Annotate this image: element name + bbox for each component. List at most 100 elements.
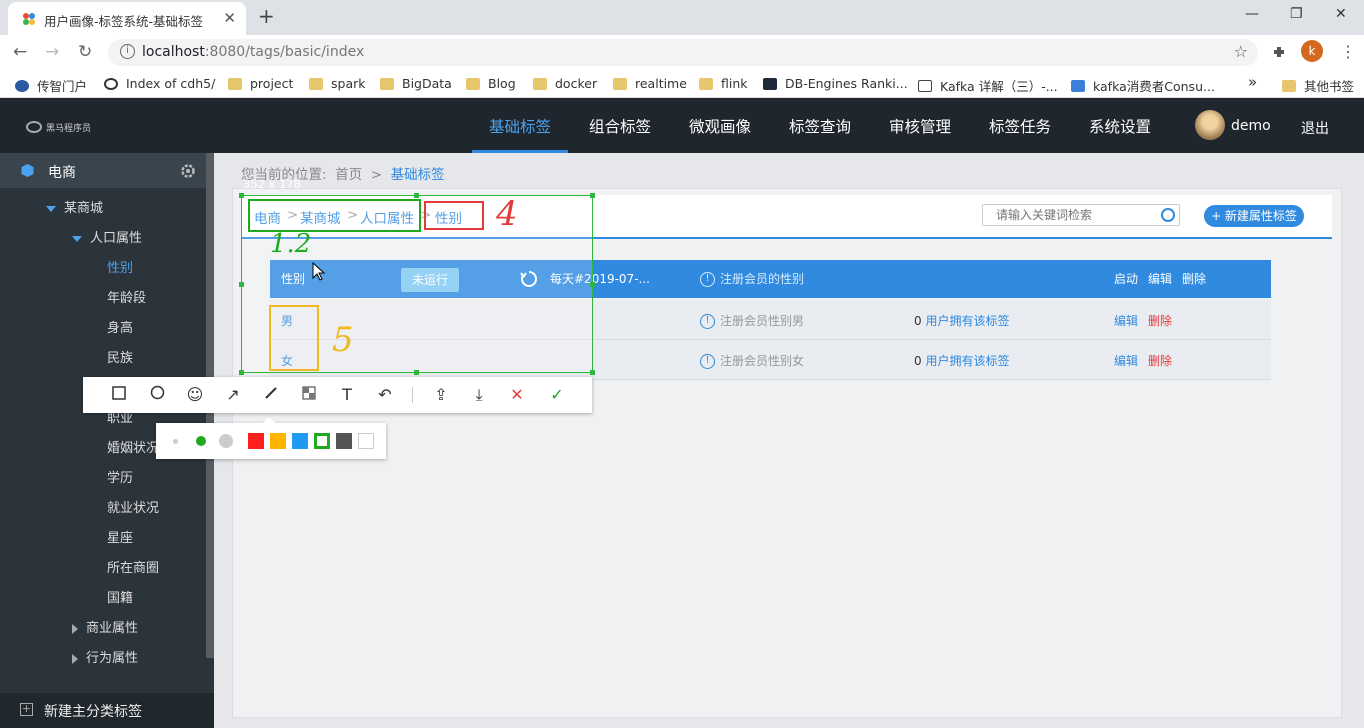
tab-close-icon[interactable]: ✕ <box>223 9 236 27</box>
window-close-icon[interactable]: ✕ <box>1335 6 1347 22</box>
resize-handle[interactable] <box>239 370 244 375</box>
other-bookmarks[interactable]: 其他书签 <box>1282 76 1354 95</box>
caret-right-icon[interactable] <box>72 653 78 664</box>
nav-review[interactable]: 审核管理 <box>889 98 951 153</box>
browser-menu-icon[interactable]: ⋮ <box>1340 42 1356 61</box>
new-category-button[interactable]: + 新建主分类标签 <box>0 693 214 728</box>
bookmark-item[interactable]: docker <box>533 76 597 91</box>
color-swatch[interactable] <box>248 433 264 449</box>
bookmark-item[interactable]: kafka消费者Consu... <box>1071 76 1215 95</box>
color-swatch[interactable] <box>336 433 352 449</box>
caret-down-icon[interactable] <box>46 205 56 212</box>
omnibox[interactable]: i localhost:8080/tags/basic/index ☆ <box>108 39 1258 66</box>
extensions-icon[interactable] <box>1271 44 1287 60</box>
start-link[interactable]: 启动 <box>1114 270 1138 287</box>
bookmark-item[interactable]: BigData <box>380 76 452 91</box>
sidebar-item[interactable]: 星座 <box>107 527 133 546</box>
edit-link[interactable]: 编辑 <box>1114 352 1138 369</box>
bookmark-item[interactable]: 传智门户 <box>15 76 87 95</box>
mosaic-icon[interactable]: ☺ <box>183 383 207 407</box>
caret-down-icon[interactable] <box>72 235 82 242</box>
resize-handle[interactable] <box>590 370 595 375</box>
undo-icon[interactable]: ↶ <box>373 383 397 407</box>
cancel-icon[interactable]: ✕ <box>505 383 529 407</box>
delete-link[interactable]: 删除 <box>1148 312 1172 329</box>
color-swatch[interactable] <box>314 433 330 449</box>
profile-avatar[interactable]: k <box>1301 40 1323 62</box>
bookmark-item[interactable]: project <box>228 76 293 91</box>
bookmark-star-icon[interactable]: ☆ <box>1234 42 1248 61</box>
resize-handle[interactable] <box>590 282 595 287</box>
resize-handle[interactable] <box>414 193 419 198</box>
sidebar-item[interactable]: 年龄段 <box>107 287 146 306</box>
blur-icon[interactable] <box>297 383 321 407</box>
avatar[interactable] <box>1195 110 1225 140</box>
sidebar-item[interactable]: 某商城 <box>46 197 103 216</box>
confirm-icon[interactable]: ✓ <box>545 383 569 407</box>
resize-handle[interactable] <box>239 282 244 287</box>
share-icon[interactable]: ⇪ <box>429 383 453 407</box>
breadcrumb-home-link[interactable]: 首页 <box>335 167 362 183</box>
back-icon[interactable]: ← <box>13 42 27 62</box>
bookmark-item[interactable]: flink <box>699 76 748 91</box>
bookmark-item[interactable]: spark <box>309 76 366 91</box>
sidebar-item[interactable]: 商业属性 <box>72 617 138 636</box>
nav-system-settings[interactable]: 系统设置 <box>1089 98 1151 153</box>
edit-link[interactable]: 编辑 <box>1114 312 1138 329</box>
rectangle-icon[interactable] <box>107 383 131 407</box>
search-input[interactable] <box>983 205 1143 225</box>
caret-right-icon[interactable] <box>72 623 78 634</box>
download-icon[interactable]: ⤓ <box>467 383 491 407</box>
pen-icon[interactable] <box>259 383 283 407</box>
settings-icon[interactable] <box>180 163 196 179</box>
bookmark-item[interactable]: Kafka 详解（三）-... <box>918 76 1058 95</box>
restore-icon[interactable]: ❐ <box>1290 6 1303 22</box>
edit-link[interactable]: 编辑 <box>1148 270 1172 287</box>
reload-icon[interactable]: ↻ <box>78 42 92 62</box>
color-swatch[interactable] <box>270 433 286 449</box>
sidebar-item[interactable]: 民族 <box>107 347 133 366</box>
user-count-link[interactable]: 用户拥有该标签 <box>925 354 1009 368</box>
resize-handle[interactable] <box>590 193 595 198</box>
color-swatch[interactable] <box>292 433 308 449</box>
delete-link[interactable]: 删除 <box>1148 352 1172 369</box>
sidebar-item[interactable]: 就业状况 <box>107 497 159 516</box>
search-icon[interactable] <box>1161 208 1175 222</box>
nav-tag-tasks[interactable]: 标签任务 <box>989 98 1051 153</box>
bookmark-item[interactable]: Index of cdh5/ <box>104 76 215 91</box>
bookmark-item[interactable]: DB-Engines Ranki... <box>763 76 908 91</box>
user-count-link[interactable]: 用户拥有该标签 <box>925 314 1009 328</box>
delete-link[interactable]: 删除 <box>1182 270 1206 287</box>
sidebar-item[interactable]: 学历 <box>107 467 133 486</box>
minimize-icon[interactable]: — <box>1245 6 1259 22</box>
logout-link[interactable]: 退出 <box>1301 118 1329 138</box>
user-name[interactable]: demo <box>1231 118 1271 134</box>
nav-combined-tags[interactable]: 组合标签 <box>589 98 651 153</box>
text-icon[interactable]: T <box>335 383 359 407</box>
sidebar-root-item[interactable]: 电商 <box>0 153 206 188</box>
new-attribute-tag-button[interactable]: + 新建属性标签 <box>1204 205 1304 227</box>
url-text[interactable]: localhost:8080/tags/basic/index <box>142 44 364 60</box>
sidebar-item[interactable]: 身高 <box>107 317 133 336</box>
ellipse-icon[interactable] <box>145 383 169 407</box>
sidebar-item[interactable]: 国籍 <box>107 587 133 606</box>
nav-basic-tags[interactable]: 基础标签 <box>472 98 569 153</box>
size-medium-option[interactable] <box>196 436 206 446</box>
bookmark-item[interactable]: realtime <box>613 76 687 91</box>
sidebar-item[interactable]: 人口属性 <box>72 227 142 246</box>
bookmark-item[interactable]: Blog <box>466 76 516 91</box>
sidebar-item[interactable]: 性别 <box>107 257 133 276</box>
arrow-icon[interactable]: ↗ <box>221 383 245 407</box>
nav-tag-query[interactable]: 标签查询 <box>789 98 851 153</box>
size-large-option[interactable] <box>219 434 233 448</box>
sidebar-item[interactable]: 行为属性 <box>72 647 138 666</box>
nav-micro-profile[interactable]: 微观画像 <box>689 98 751 153</box>
size-small-option[interactable] <box>173 439 178 444</box>
new-tab-icon[interactable]: + <box>258 4 275 28</box>
bookmarks-overflow-icon[interactable]: » <box>1248 73 1257 91</box>
resize-handle[interactable] <box>239 193 244 198</box>
color-swatch[interactable] <box>358 433 374 449</box>
sidebar-item[interactable]: 所在商圈 <box>107 557 159 576</box>
forward-icon[interactable]: → <box>45 42 59 62</box>
site-info-icon[interactable]: i <box>120 44 135 59</box>
